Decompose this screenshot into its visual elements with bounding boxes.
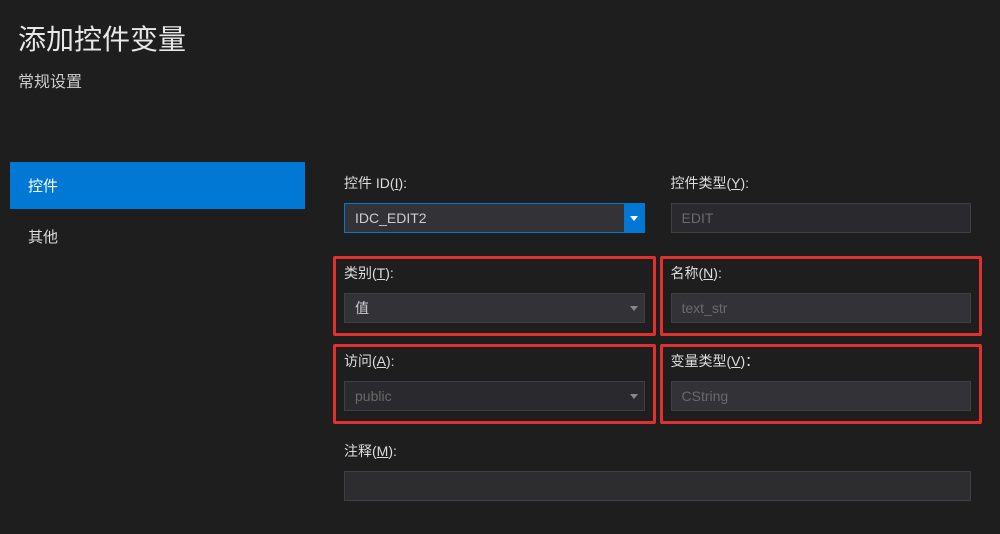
control-type-field: EDIT xyxy=(671,203,972,233)
vartype-input[interactable] xyxy=(671,381,972,411)
control-id-dropdown[interactable]: IDC_EDIT2 xyxy=(344,203,645,233)
form-row-3: 访问(A): public 变量类型(V)： xyxy=(333,344,982,424)
control-type-value: EDIT xyxy=(672,210,971,226)
main-panel: 控件 ID(I): IDC_EDIT2 控件类型(Y): EDIT xyxy=(305,162,1000,514)
content-area: 控件 其他 控件 ID(I): IDC_EDIT2 控件类型 xyxy=(0,162,1000,514)
sidebar-item-label: 其他 xyxy=(28,229,58,246)
comment-label: 注释(M): xyxy=(344,441,971,461)
category-label: 类别(T): xyxy=(344,263,645,283)
name-input[interactable] xyxy=(671,293,972,323)
access-value: public xyxy=(345,388,624,404)
sidebar: 控件 其他 xyxy=(0,162,305,514)
form-row-2: 类别(T): 值 名称(N): xyxy=(333,256,982,336)
access-group: 访问(A): public xyxy=(333,344,656,424)
category-dropdown[interactable]: 值 xyxy=(344,293,645,323)
form-row-1: 控件 ID(I): IDC_EDIT2 控件类型(Y): EDIT xyxy=(333,166,982,246)
page-subtitle: 常规设置 xyxy=(18,68,982,92)
vartype-label: 变量类型(V)： xyxy=(671,351,972,371)
name-label: 名称(N): xyxy=(671,263,972,283)
header: 添加控件变量 常规设置 xyxy=(0,0,1000,122)
comment-input[interactable] xyxy=(344,471,971,501)
chevron-down-icon xyxy=(624,204,644,232)
control-type-group: 控件类型(Y): EDIT xyxy=(660,166,983,246)
sidebar-item-other[interactable]: 其他 xyxy=(10,213,305,260)
chevron-down-icon xyxy=(624,382,644,410)
sidebar-item-control[interactable]: 控件 xyxy=(10,162,305,209)
control-id-value: IDC_EDIT2 xyxy=(345,210,624,226)
control-id-label: 控件 ID(I): xyxy=(344,173,645,193)
chevron-down-icon xyxy=(624,294,644,322)
control-id-group: 控件 ID(I): IDC_EDIT2 xyxy=(333,166,656,246)
vartype-group: 变量类型(V)： xyxy=(660,344,983,424)
category-value: 值 xyxy=(345,298,624,318)
comment-group: 注释(M): xyxy=(333,434,982,514)
category-group: 类别(T): 值 xyxy=(333,256,656,336)
access-label: 访问(A): xyxy=(344,351,645,371)
access-dropdown[interactable]: public xyxy=(344,381,645,411)
sidebar-item-label: 控件 xyxy=(28,178,58,195)
control-type-label: 控件类型(Y): xyxy=(671,173,972,193)
name-group: 名称(N): xyxy=(660,256,983,336)
page-title: 添加控件变量 xyxy=(18,18,982,58)
